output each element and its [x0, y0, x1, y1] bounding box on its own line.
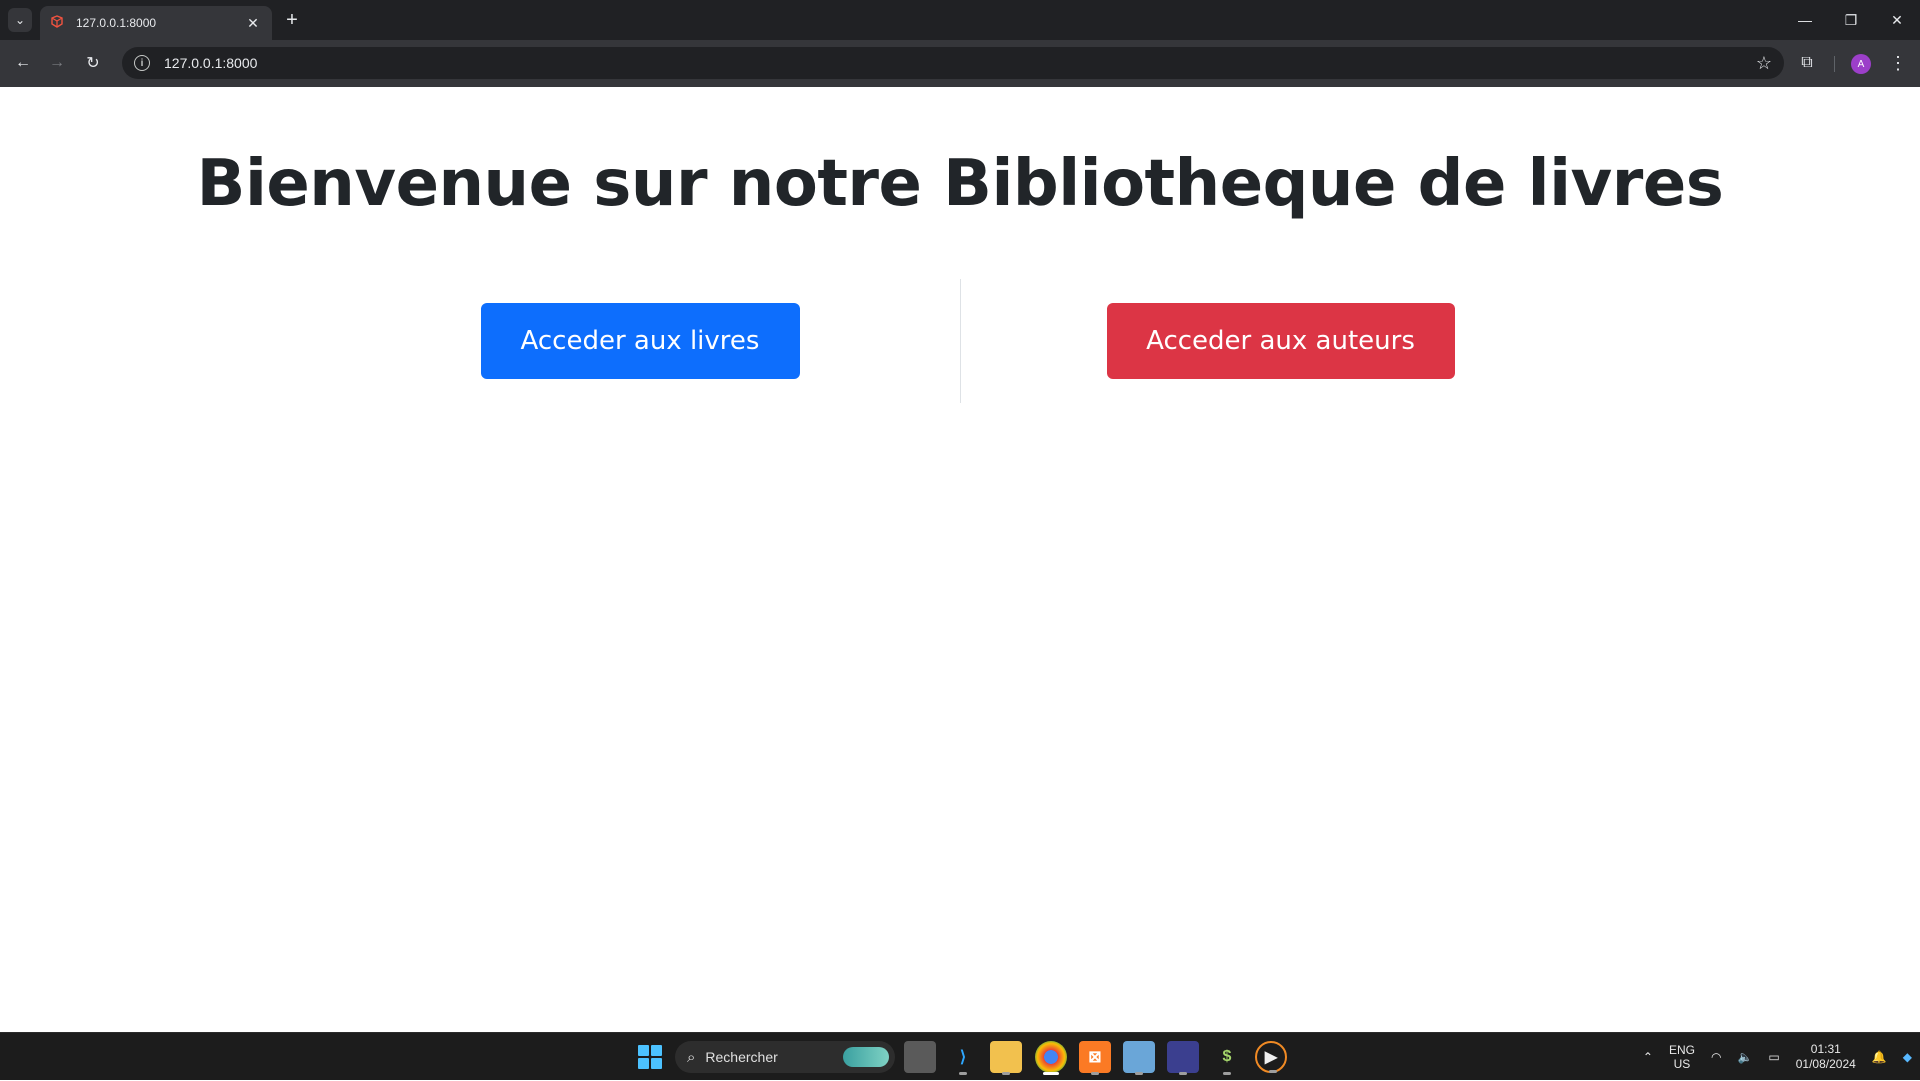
chrome-icon[interactable] — [1035, 1041, 1067, 1075]
clock-time: 01:31 — [1810, 1042, 1841, 1056]
file-explorer-icon[interactable] — [990, 1041, 1022, 1075]
browser-toolbar: ← → ↻ i 127.0.0.1:8000 ☆ ⧉ A ⋮ — [0, 40, 1920, 87]
authors-column: Acceder aux auteurs — [960, 279, 1600, 403]
address-bar[interactable]: i 127.0.0.1:8000 ☆ — [122, 47, 1784, 79]
extensions-puzzle-icon[interactable]: ⧉ — [1796, 52, 1818, 74]
search-icon: ⌕ — [687, 1048, 696, 1066]
authors-button[interactable]: Acceder aux auteurs — [1106, 303, 1455, 379]
toolbar-divider — [1834, 56, 1835, 72]
windows-taskbar: ⌕ Rechercher ⟩ ⊠ $ ▶ ⌃ ENG US ◠ 🔈 ▭ 01:3… — [0, 1032, 1920, 1080]
language-region: US — [1673, 1057, 1691, 1071]
profile-avatar[interactable]: A — [1851, 54, 1871, 74]
taskbar-search[interactable]: ⌕ Rechercher — [675, 1041, 895, 1073]
reload-icon[interactable]: ↻ — [80, 50, 106, 76]
restore-icon[interactable]: ❐ — [1828, 0, 1874, 40]
windows-start-icon[interactable] — [638, 1045, 662, 1069]
new-tab-button[interactable]: + — [280, 8, 304, 32]
books-column: Acceder aux livres — [320, 279, 960, 403]
back-arrow-icon[interactable]: ← — [10, 50, 36, 76]
clock-date: 01/08/2024 — [1795, 1057, 1856, 1071]
search-highlight-icon — [843, 1047, 889, 1067]
clock[interactable]: 01:31 01/08/2024 — [1796, 1042, 1856, 1072]
laravel-favicon-icon — [51, 15, 63, 28]
page-content: Bienvenue sur notre Bibliotheque de livr… — [0, 87, 1920, 1032]
wifi-icon[interactable]: ◠ — [1711, 1050, 1721, 1064]
active-tab[interactable]: 127.0.0.1:8000 ✕ — [40, 6, 272, 40]
notification-bell-icon[interactable]: 🔔 — [1872, 1050, 1887, 1064]
show-hidden-icons-chevron-icon[interactable]: ⌃ — [1643, 1050, 1653, 1064]
action-row: Acceder aux livres Acceder aux auteurs — [320, 279, 1600, 403]
close-window-icon[interactable]: ✕ — [1874, 0, 1920, 40]
tab-close-icon[interactable]: ✕ — [244, 14, 262, 32]
address-url[interactable]: 127.0.0.1:8000 — [164, 55, 1756, 71]
app-window-icon[interactable] — [1167, 1041, 1199, 1075]
media-player-icon[interactable]: ▶ — [1255, 1041, 1287, 1073]
language-code: ENG — [1668, 1043, 1695, 1057]
vscode-icon[interactable]: ⟩ — [947, 1041, 979, 1075]
window-controls: — ❐ ✕ — [1782, 0, 1920, 40]
money-app-icon[interactable]: $ — [1211, 1041, 1243, 1075]
copilot-icon[interactable]: ◆ — [1903, 1050, 1912, 1064]
xampp-icon[interactable]: ⊠ — [1079, 1041, 1111, 1075]
tab-search-icon[interactable]: ⌄ — [8, 8, 32, 32]
bookmark-star-icon[interactable]: ☆ — [1756, 53, 1772, 74]
task-view-icon[interactable] — [904, 1041, 936, 1073]
page-title: Bienvenue sur notre Bibliotheque de livr… — [196, 147, 1724, 221]
tab-title: 127.0.0.1:8000 — [76, 16, 157, 30]
resource-monitor-icon[interactable] — [1123, 1041, 1155, 1075]
tab-strip: ⌄ 127.0.0.1:8000 ✕ + — ❐ ✕ — [0, 0, 1920, 40]
browser-chrome: ⌄ 127.0.0.1:8000 ✕ + — ❐ ✕ ← → ↻ i 127.0… — [0, 0, 1920, 87]
minimize-icon[interactable]: — — [1782, 0, 1828, 40]
search-placeholder: Rechercher — [705, 1049, 778, 1065]
system-tray: ⌃ ENG US ◠ 🔈 ▭ 01:31 01/08/2024 🔔 ◆ — [1635, 1033, 1920, 1081]
forward-arrow-icon[interactable]: → — [44, 50, 70, 76]
battery-icon[interactable]: ▭ — [1768, 1050, 1779, 1064]
browser-menu-icon[interactable]: ⋮ — [1888, 52, 1908, 74]
language-indicator[interactable]: ENG US — [1669, 1043, 1695, 1071]
site-info-icon[interactable]: i — [134, 55, 150, 71]
volume-icon[interactable]: 🔈 — [1737, 1050, 1752, 1064]
books-button[interactable]: Acceder aux livres — [480, 303, 800, 379]
